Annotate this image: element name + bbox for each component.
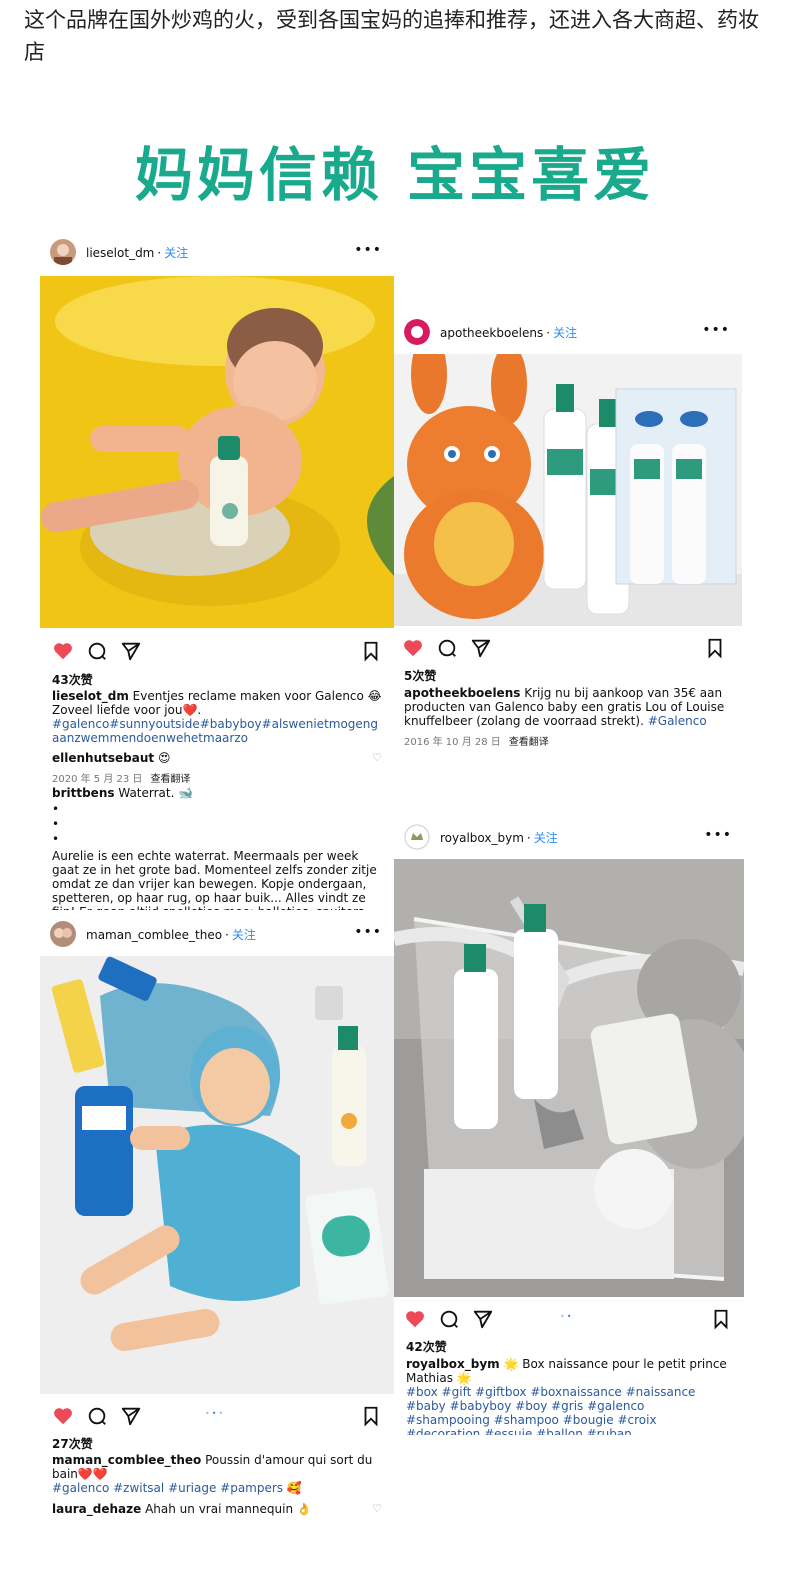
post-caption: maman_comblee_theo Poussin d'amour qui s…	[52, 1453, 382, 1495]
post-actions	[394, 633, 742, 663]
post-photo[interactable]	[40, 276, 394, 628]
comment-username[interactable]: laura_dehaze	[52, 1502, 141, 1516]
intro-text: 这个品牌在国外炒鸡的火，受到各国宝妈的追捧和推荐，还进入各大商超、药妆店	[24, 8, 759, 64]
comment-icon[interactable]	[438, 1308, 460, 1330]
comment-long-text: Aurelie is een echte waterrat. Meermaals…	[52, 849, 377, 910]
post-header: lieselot_dm · 关注 •••	[40, 230, 394, 274]
avatar[interactable]	[50, 921, 76, 947]
post-photo[interactable]	[394, 859, 744, 1297]
translate-link[interactable]: 查看翻译	[509, 737, 549, 748]
caption-username[interactable]: royalbox_bym	[406, 1357, 500, 1371]
username[interactable]: apotheekboelens	[440, 326, 543, 340]
comment-icon[interactable]	[86, 640, 108, 662]
post-actions: •••	[40, 1401, 394, 1431]
comment-username[interactable]: brittbens	[52, 786, 115, 800]
comment-icon[interactable]	[86, 1405, 108, 1427]
bullet: •	[52, 817, 60, 831]
caption-username[interactable]: apotheekboelens	[404, 686, 520, 700]
post-header: maman_comblee_theo · 关注 •••	[40, 912, 394, 956]
username[interactable]: lieselot_dm	[86, 246, 154, 260]
share-icon[interactable]	[120, 1405, 142, 1427]
post-photo[interactable]	[40, 956, 394, 1394]
share-icon[interactable]	[472, 1308, 494, 1330]
caption-hashtags[interactable]: #box #gift #giftbox #boxnaissance #naiss…	[406, 1385, 732, 1435]
headline: 妈妈信赖 宝宝喜爱	[134, 141, 656, 209]
post-apotheekboelens: apotheekboelens · 关注 ••• 5次赞 apotheekboe…	[394, 310, 742, 750]
follow-button[interactable]: 关注	[534, 831, 558, 845]
caption-username[interactable]: maman_comblee_theo	[52, 1453, 201, 1467]
bookmark-icon[interactable]	[360, 1405, 382, 1427]
more-icon[interactable]: •••	[704, 827, 732, 843]
post-username-row: royalbox_bym · 关注	[440, 831, 558, 845]
username[interactable]: maman_comblee_theo	[86, 928, 222, 942]
comment-like-icon[interactable]: ♡	[372, 1502, 382, 1516]
post-username-row: apotheekboelens · 关注	[440, 326, 578, 340]
follow-button[interactable]: 关注	[232, 928, 256, 942]
caption-username[interactable]: lieselot_dm	[52, 689, 129, 703]
comment: brittbens Waterrat. 🐋	[52, 786, 382, 800]
more-icon[interactable]: •••	[354, 242, 382, 258]
post-meta: 2020 年 5 月 23 日查看翻译	[52, 770, 190, 785]
share-icon[interactable]	[470, 637, 492, 659]
like-count: 42次赞	[406, 1340, 447, 1354]
follow-button[interactable]: 关注	[164, 246, 188, 260]
bookmark-icon[interactable]	[710, 1308, 732, 1330]
share-icon[interactable]	[120, 640, 142, 662]
carousel-dots: •••	[205, 1409, 226, 1418]
post-date: 2020 年 5 月 23 日	[52, 774, 143, 785]
post-username-row: maman_comblee_theo · 关注	[86, 928, 256, 942]
post-maman-comblee-theo: maman_comblee_theo · 关注 ••• ••• 27次赞 mam…	[40, 912, 394, 1524]
post-photo[interactable]	[394, 354, 742, 626]
avatar[interactable]	[404, 824, 430, 850]
post-caption: apotheekboelens Krijg nu bij aankoop van…	[404, 686, 732, 728]
avatar[interactable]	[50, 239, 76, 265]
follow-button[interactable]: 关注	[553, 326, 577, 340]
bookmark-icon[interactable]	[360, 640, 382, 662]
bullet: •	[52, 832, 60, 846]
heart-icon[interactable]	[52, 1405, 74, 1427]
like-count: 27次赞	[52, 1437, 93, 1451]
post-caption: lieselot_dm Eventjes reclame maken voor …	[52, 689, 382, 745]
comment-text: 😍	[157, 751, 171, 765]
comment-text: Waterrat. 🐋	[118, 786, 194, 800]
heart-icon[interactable]	[402, 637, 424, 659]
comment: ellenhutsebaut 😍 ♡	[52, 751, 382, 765]
post-actions: ••	[394, 1304, 744, 1334]
like-count: 5次赞	[404, 669, 437, 683]
post-header: royalbox_bym · 关注 •••	[394, 815, 744, 859]
comment-like-icon[interactable]: ♡	[372, 751, 382, 765]
post-date: 2016 年 10 月 28 日	[404, 737, 501, 748]
post-actions	[40, 636, 394, 666]
post-caption: royalbox_bym 🌟 Box naissance pour le pet…	[406, 1357, 732, 1435]
comment-icon[interactable]	[436, 637, 458, 659]
translate-link[interactable]: 查看翻译	[150, 774, 190, 785]
comment: laura_dehaze Ahah un vrai mannequin 👌 ♡	[52, 1502, 382, 1516]
more-icon[interactable]: •••	[702, 322, 730, 338]
comment-username[interactable]: ellenhutsebaut	[52, 751, 154, 765]
post-meta: 2016 年 10 月 28 日查看翻译	[404, 733, 549, 748]
post-lieselot: lieselot_dm · 关注 ••• 43次赞 lieselot_dm Ev…	[40, 230, 394, 910]
post-royalbox-bym: royalbox_bym · 关注 ••• •• 42次赞 royalbox_b…	[394, 815, 744, 1435]
comment-text: Ahah un vrai mannequin 👌	[145, 1502, 312, 1516]
caption-hashtags[interactable]: #galenco#sunnyoutside#babyboy#alswenietm…	[52, 717, 382, 745]
comment-bullets: • • •	[52, 802, 382, 847]
bullet: •	[52, 802, 60, 816]
heart-icon[interactable]	[404, 1308, 426, 1330]
post-username-row: lieselot_dm · 关注	[86, 246, 189, 260]
post-header: apotheekboelens · 关注 •••	[394, 310, 742, 354]
more-icon[interactable]: •••	[354, 924, 382, 940]
heart-icon[interactable]	[52, 640, 74, 662]
avatar[interactable]	[404, 319, 430, 345]
like-count: 43次赞	[52, 673, 93, 687]
carousel-dots: ••	[560, 1312, 574, 1321]
username[interactable]: royalbox_bym	[440, 831, 524, 845]
bookmark-icon[interactable]	[704, 637, 726, 659]
caption-hashtags[interactable]: #Galenco	[648, 714, 707, 728]
caption-hashtags[interactable]: #galenco #zwitsal #uriage #pampers 🥰	[52, 1481, 382, 1495]
